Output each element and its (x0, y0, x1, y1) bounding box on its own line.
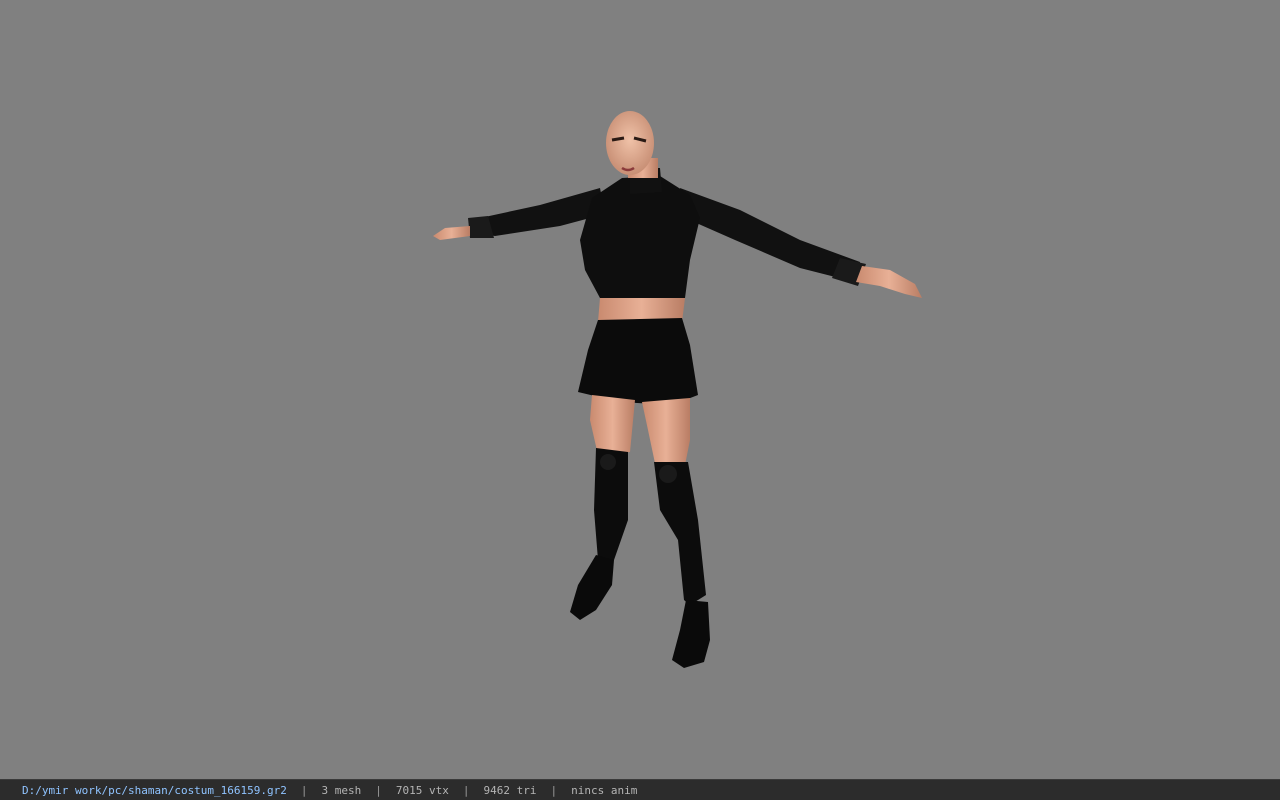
right-arm (680, 188, 860, 282)
left-knee-cat-icon (600, 454, 616, 470)
right-thigh (642, 398, 690, 470)
character-model[interactable] (0, 0, 1280, 779)
left-hand (433, 226, 470, 240)
skirt (578, 318, 698, 405)
right-knee-cat-icon (659, 465, 677, 483)
right-stocking (654, 462, 706, 605)
separator: | (300, 783, 308, 797)
triangle-count: 9462 tri (483, 783, 537, 797)
head (606, 111, 654, 175)
mesh-count: 3 mesh (321, 783, 362, 797)
right-boot (672, 600, 710, 668)
vertex-count: 7015 vtx (395, 783, 449, 797)
3d-viewport[interactable] (0, 0, 1280, 779)
file-path: D:/ymir work/pc/shaman/costum_166159.gr2 (22, 783, 287, 797)
separator: | (375, 783, 382, 797)
left-thigh (590, 395, 635, 455)
separator: | (550, 783, 558, 797)
animation-status: nincs anim (571, 783, 638, 797)
left-boot (570, 555, 614, 620)
top-shirt (580, 176, 700, 302)
separator: | (462, 783, 470, 797)
right-hand (856, 266, 922, 298)
status-bar: D:/ymir work/pc/shaman/costum_166159.gr2… (0, 779, 1280, 800)
